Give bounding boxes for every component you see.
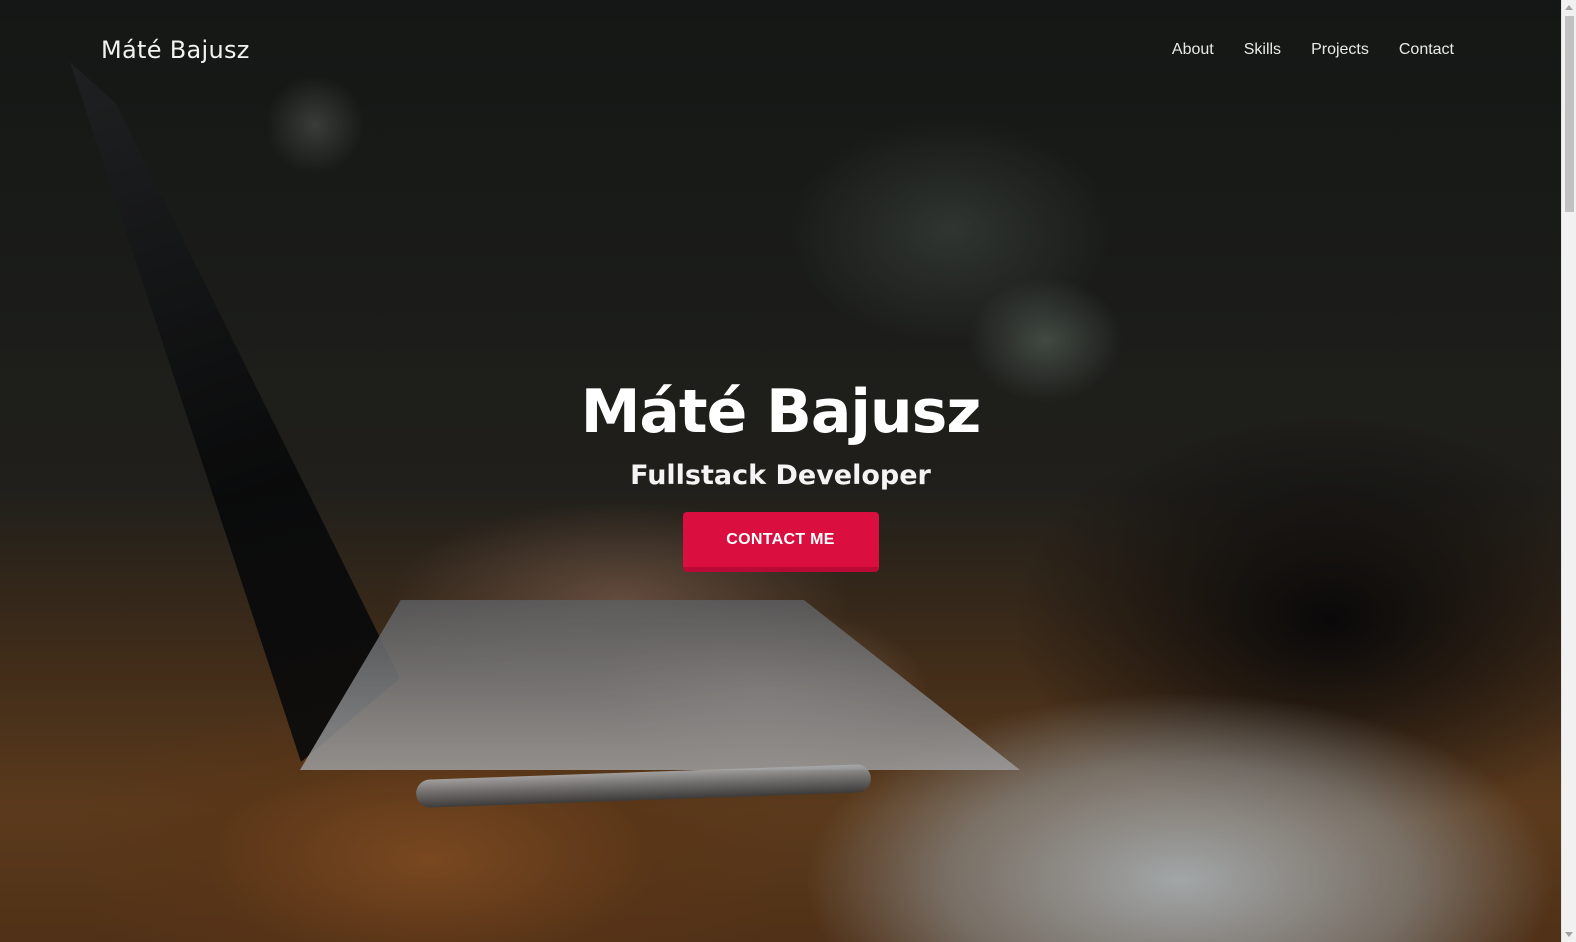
nav-item-contact: Contact — [1399, 41, 1454, 59]
hero-subtitle: Fullstack Developer — [630, 460, 931, 491]
nav-item-skills: Skills — [1244, 41, 1281, 59]
nav-item-projects: Projects — [1311, 41, 1369, 59]
vertical-scrollbar[interactable] — [1561, 0, 1576, 942]
nav-link-projects[interactable]: Projects — [1311, 41, 1369, 58]
navbar: Máté Bajusz About Skills Projects Contac… — [0, 0, 1561, 100]
nav-link-skills[interactable]: Skills — [1244, 41, 1281, 58]
scrollbar-thumb[interactable] — [1565, 16, 1574, 212]
brand-logo-link[interactable]: Máté Bajusz — [101, 36, 250, 64]
scroll-up-arrow-icon[interactable] — [1565, 5, 1573, 10]
contact-me-button[interactable]: CONTACT ME — [682, 512, 879, 572]
scroll-down-arrow-icon[interactable] — [1565, 932, 1573, 937]
hero-section: Máté Bajusz Fullstack Developer CONTACT … — [0, 372, 1561, 572]
page: Máté Bajusz About Skills Projects Contac… — [0, 0, 1576, 942]
nav-link-contact[interactable]: Contact — [1399, 41, 1454, 58]
nav-links: About Skills Projects Contact — [1172, 41, 1454, 59]
nav-item-about: About — [1172, 41, 1214, 59]
nav-link-about[interactable]: About — [1172, 41, 1214, 58]
hero-title: Máté Bajusz — [580, 377, 982, 447]
